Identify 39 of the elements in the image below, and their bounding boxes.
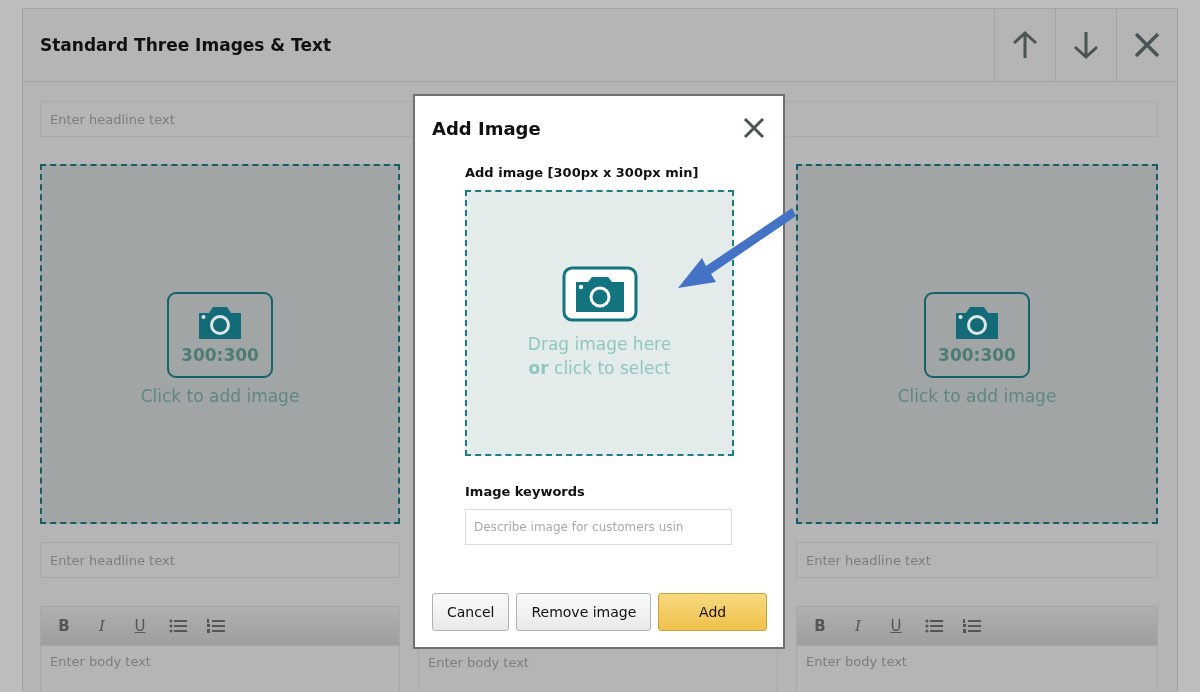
bulleted-list-icon: [925, 619, 943, 633]
underline-button[interactable]: U: [125, 613, 155, 639]
module-title: Standard Three Images & Text: [39, 35, 333, 55]
image-size-label: Add image [300px x 300px min]: [465, 165, 700, 180]
add-button[interactable]: Add: [658, 593, 767, 631]
dialog-button[interactable]: Remove image: [516, 593, 652, 631]
numbered-list-icon: [963, 619, 981, 633]
image-drop-zone[interactable]: 300:300 Click to add image: [40, 164, 400, 524]
headline-field[interactable]: Enter headline text: [40, 542, 400, 578]
keywords-field[interactable]: Describe image for customers usin: [465, 509, 732, 545]
camera-icon: [954, 305, 1000, 341]
close-icon: [1133, 31, 1161, 59]
italic-button[interactable]: I: [843, 613, 873, 639]
bold-button[interactable]: B: [49, 613, 79, 639]
numbered-list-icon: [207, 619, 225, 633]
body-text-field[interactable]: Enter body text: [796, 646, 1158, 692]
add-image-caption: Click to add image: [140, 386, 300, 406]
bulleted-list-icon: [169, 619, 187, 633]
arrow-up-icon: [1011, 30, 1039, 60]
camera-icon: [197, 305, 243, 341]
close-icon: [743, 117, 765, 139]
underline-button[interactable]: U: [881, 613, 911, 639]
arrow-down-icon: [1072, 30, 1100, 60]
body-text-field[interactable]: Enter body text: [40, 646, 400, 692]
add-image-caption: Click to add image: [897, 386, 1057, 406]
close-button[interactable]: [742, 116, 766, 140]
dialog-button[interactable]: Cancel: [432, 593, 510, 631]
bold-button[interactable]: B: [805, 613, 835, 639]
headline-field[interactable]: Enter headline text: [796, 542, 1158, 578]
drop-instructions: Drag image here or click to select: [526, 333, 673, 380]
italic-button[interactable]: I: [87, 613, 117, 639]
keywords-label: Image keywords: [465, 484, 586, 499]
aspect-ratio-label: 300:300: [181, 345, 259, 365]
aspect-ratio-label: 300:300: [938, 345, 1016, 365]
body-text-field[interactable]: Enter body text: [418, 646, 778, 692]
camera-icon: [561, 266, 638, 322]
image-drop-zone[interactable]: 300:300 Click to add image: [796, 164, 1158, 524]
image-drop-zone[interactable]: Drag image here or click to select: [465, 190, 734, 456]
dialog-title: Add Image: [432, 117, 541, 139]
